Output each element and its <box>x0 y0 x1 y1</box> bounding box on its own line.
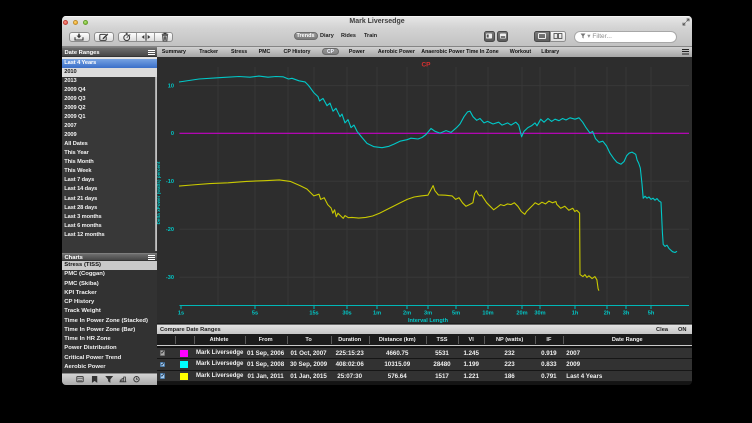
svg-text:2m: 2m <box>403 311 411 317</box>
svg-text:5s: 5s <box>252 311 258 317</box>
svg-text:10: 10 <box>168 84 174 90</box>
svg-text:1s: 1s <box>178 311 184 317</box>
svg-text:1m: 1m <box>373 311 381 317</box>
svg-text:5h: 5h <box>648 311 655 317</box>
svg-text:-20: -20 <box>166 227 174 233</box>
svg-text:3h: 3h <box>623 311 630 317</box>
svg-text:-30: -30 <box>166 275 174 281</box>
svg-text:0: 0 <box>171 131 174 137</box>
svg-text:10m: 10m <box>482 311 493 317</box>
svg-text:CP: CP <box>421 62 431 69</box>
svg-text:20m: 20m <box>516 311 527 317</box>
svg-text:Delta xPower (watts) percent: Delta xPower (watts) percent <box>157 161 161 224</box>
svg-text:2h: 2h <box>604 311 611 317</box>
svg-text:3m: 3m <box>424 311 432 317</box>
svg-text:1h: 1h <box>572 311 579 317</box>
svg-text:15s: 15s <box>309 311 318 317</box>
svg-text:30s: 30s <box>342 311 351 317</box>
svg-text:30m: 30m <box>534 311 545 317</box>
svg-text:5m: 5m <box>452 311 460 317</box>
svg-text:-10: -10 <box>166 179 174 185</box>
